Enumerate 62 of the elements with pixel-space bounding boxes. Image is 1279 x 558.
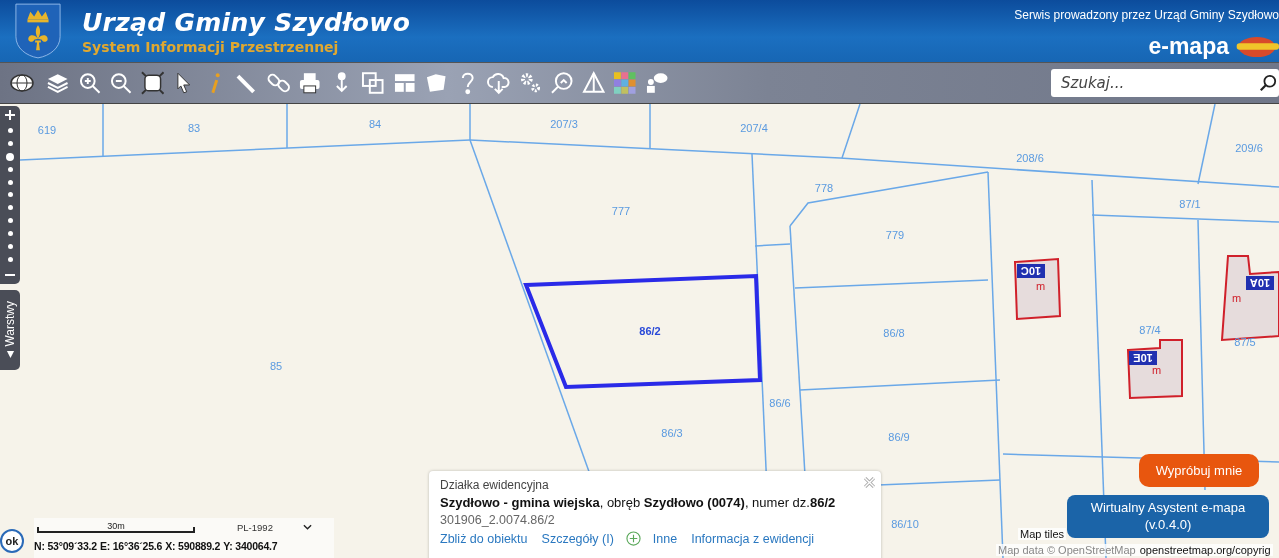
popup-heading: Działka ewidencyjna [440, 478, 550, 492]
coordinate-value: X: 590889.2 [165, 540, 221, 552]
parcel-number[interactable]: 84 [368, 118, 382, 130]
operator-text: Serwis prowadzony przez Urząd Gminy Szydłowo [1014, 8, 1279, 22]
parcel-number[interactable]: 208/6 [1016, 152, 1044, 164]
site-subtitle: System Informacji Przestrzennej [82, 38, 340, 55]
parcel-description: Szydłowo - gmina wiejska, obręb Szydłowo (0074), numer dz.86/2 [440, 495, 837, 510]
coordinate-value: N: 53°09´33.2 [34, 540, 97, 552]
close-icon[interactable] [863, 476, 876, 489]
coordinate-value: Y: 340064.7 [223, 540, 278, 552]
attribution-link[interactable]: openstreetmap.org/copyrig [1139, 544, 1271, 556]
search-field[interactable]: Szukaj... [1051, 69, 1279, 97]
popup-link[interactable]: Szczegóły (I) [541, 531, 614, 546]
zoom-thumb[interactable] [6, 153, 14, 162]
parcel-identifier: 301906_2.0074.86/2 [440, 513, 556, 527]
parcel-number[interactable]: 86/10 [891, 518, 919, 530]
parcel-number[interactable]: 779 [885, 229, 905, 241]
building-outline [1126, 339, 1183, 400]
parcel-number[interactable]: 777 [611, 205, 631, 217]
assistant-button[interactable]: Wirtualny Asystent e-mapa (v.0.4.0) [1067, 495, 1269, 538]
building-number: 10E [1129, 351, 1157, 365]
parcel-number[interactable]: 207/4 [740, 122, 768, 134]
parcel-number[interactable]: 207/3 [550, 118, 578, 130]
layers-tab[interactable]: Warstwy [0, 290, 20, 370]
coordinate-value: E: 16°36´25.6 [99, 540, 163, 552]
parcel-number[interactable]: 86/3 [661, 427, 683, 439]
building-mark: m [1152, 364, 1162, 376]
popup-link[interactable]: Informacja z ewidencji [691, 531, 815, 546]
parcel-number[interactable]: 86/6 [769, 397, 791, 409]
chevron-down-icon[interactable] [302, 524, 312, 530]
parcel-number[interactable]: 85 [269, 360, 283, 372]
brand-logo-text: e-mapa [1148, 33, 1229, 60]
parcel-number[interactable]: 86/9 [888, 431, 910, 443]
attribution-text: Map tiles [1018, 528, 1067, 540]
parcel-number[interactable]: 86/8 [883, 327, 905, 339]
map[interactable] [0, 104, 1279, 558]
scale-label: 30m [107, 521, 125, 531]
parcel-number[interactable]: 83 [187, 122, 201, 134]
ok-button[interactable]: ok [0, 529, 24, 553]
parcel-number[interactable]: 87/5 [1234, 336, 1256, 348]
zoom-in-icon[interactable] [5, 110, 15, 120]
parcel-number[interactable]: 87/1 [1179, 198, 1201, 210]
parcel-number[interactable]: 209/6 [1235, 142, 1263, 154]
parcel-number[interactable]: 86/2 [639, 325, 661, 337]
plus-icon[interactable] [625, 531, 641, 546]
parcel-number[interactable]: 778 [814, 182, 834, 194]
building-mark: m [1232, 292, 1242, 304]
building-number: 10A [1246, 276, 1274, 290]
search-icon[interactable] [1259, 74, 1277, 92]
coat-of-arms-icon [14, 2, 62, 60]
building-number: 10C [1017, 264, 1045, 278]
caret-icon[interactable] [5, 350, 15, 360]
parcel-number[interactable]: 619 [37, 124, 57, 136]
zoom-track[interactable] [5, 128, 15, 262]
popup-link[interactable]: Inne [652, 531, 678, 546]
popup-link[interactable]: Zbliż do obiektu [440, 531, 528, 546]
try-me-bubble[interactable]: Wypróbuj mnie [1139, 454, 1259, 487]
projection-dropdown[interactable]: PL-1992 [237, 521, 312, 533]
building-mark: m [1036, 280, 1046, 292]
site-title: Urząd Gminy Szydłowo [82, 7, 411, 37]
parcel-number[interactable]: 87/4 [1139, 324, 1161, 336]
attribution-text: Map data © OpenStreetMap [998, 544, 1136, 556]
